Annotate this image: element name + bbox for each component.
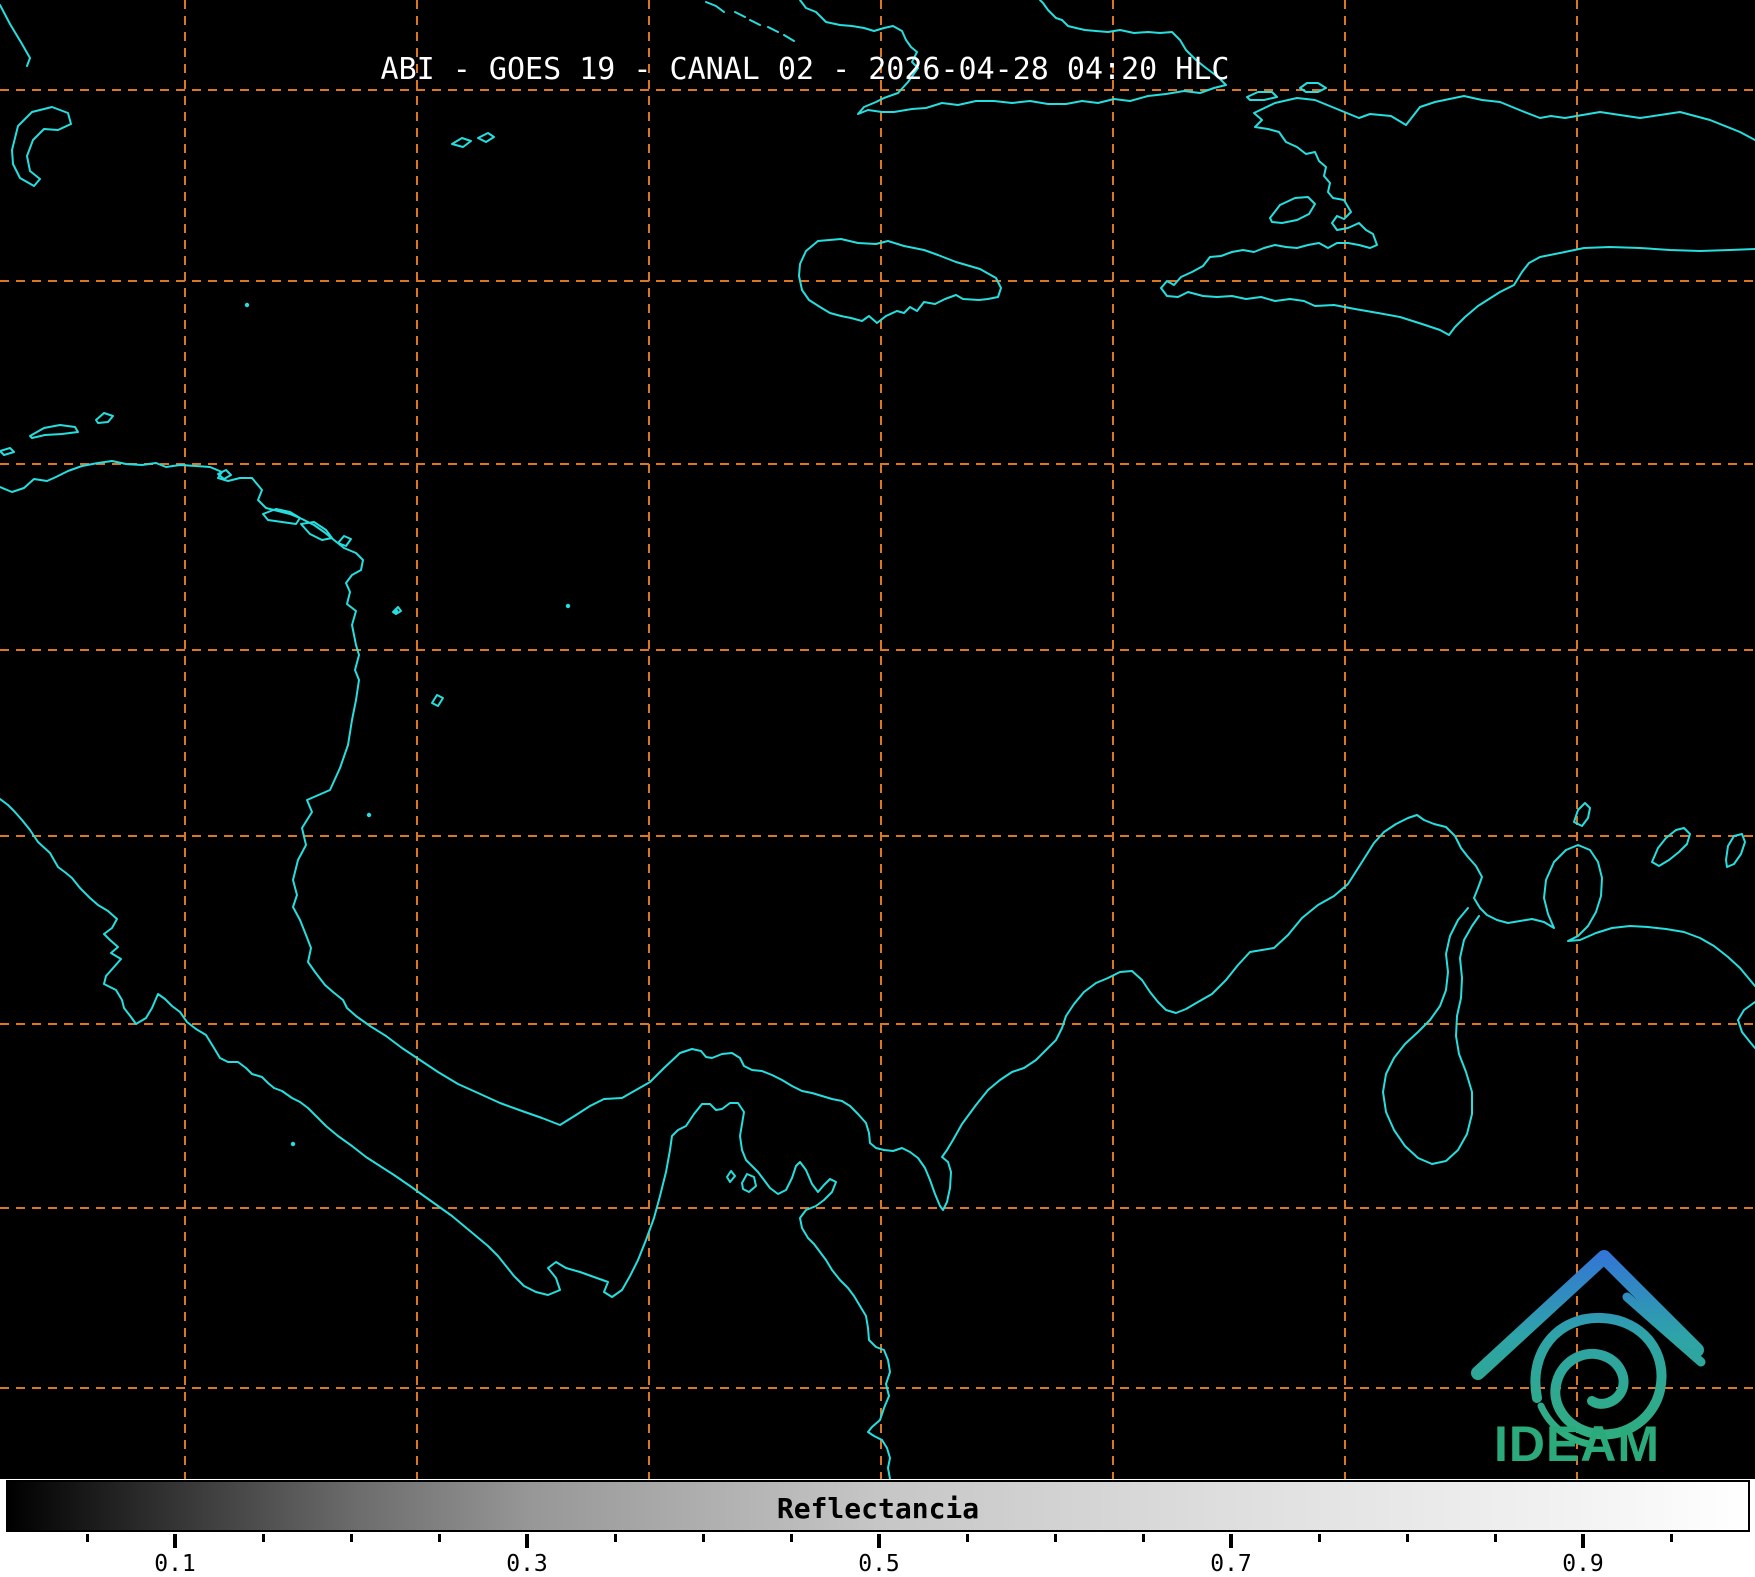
coastline-utila [0,447,15,456]
colorbar-major-tick [525,1534,529,1548]
coastline-cay-2 [734,11,746,18]
colorbar-tick-label: 0.9 [1562,1551,1604,1577]
colorbar-tick-label: 0.3 [506,1551,548,1577]
colorbar-minor-tick [1142,1534,1145,1542]
satellite-map: ABI - GOES 19 - CANAL 02 - 2026-04-28 04… [0,0,1755,1479]
colorbar-minor-tick [1318,1534,1321,1542]
colorbar-minor-tick [438,1534,441,1542]
coastline-pearl-island-2 [741,1173,757,1193]
map-title: ABI - GOES 19 - CANAL 02 - 2026-04-28 04… [380,52,1230,87]
coastline-honduras-lagoon-2 [300,521,333,541]
colorbar-tick-label: 0.7 [1210,1551,1252,1577]
ideam-logo-text: IDEAM [1494,1416,1660,1472]
coastline-cay-1 [705,1,725,13]
coastline-curacao [1651,827,1691,867]
colorbar-minor-tick [790,1534,793,1542]
colorbar-minor-tick [262,1534,265,1542]
colorbar-minor-tick [1670,1534,1673,1542]
coastline-roatan [29,424,79,439]
colorbar-tick-label: 0.1 [154,1551,196,1577]
colorbar: Reflectancia 0.1 0.3 0.5 0.7 0.9 [0,1479,1755,1577]
coastline-cayman-island-1 [451,137,472,148]
satellite-image-viewer: ABI - GOES 19 - CANAL 02 - 2026-04-28 04… [0,0,1755,1577]
coastline-guanaja [95,412,114,424]
islet-dot-5 [290,1141,296,1147]
colorbar-minor-tick [1406,1534,1409,1542]
colorbar-minor-tick [614,1534,617,1542]
colorbar-minor-tick [1054,1534,1057,1542]
colorbar-major-tick [1229,1534,1233,1548]
coastline-hispaniola [1160,95,1755,336]
coastline-cay-3 [749,19,761,26]
coastline-bonaire [1725,833,1746,868]
islet-dot-4 [393,608,399,614]
coastline-lake-maracaibo [1382,907,1480,1165]
islet-dot-2 [565,603,571,609]
colorbar-minor-tick [350,1534,353,1542]
coastline-tortuga [1246,91,1278,101]
coastline-pearl-island-1 [726,1170,736,1183]
colorbar-minor-tick [86,1534,89,1542]
colorbar-minor-tick [702,1534,705,1542]
coastline-pacific-coast [0,798,891,1479]
coastline-gonave [1269,196,1316,224]
colorbar-minor-tick [1494,1534,1497,1542]
coastline-san-andres [431,694,444,707]
coastline-cuba-west-fragment [0,4,31,67]
colorbar-major-tick [1581,1534,1585,1548]
colorbar-major-tick [877,1534,881,1548]
islet-dot-1 [244,302,250,308]
colorbar-label: Reflectancia [776,1492,980,1525]
coastline-isla-juventud [11,106,72,187]
colorbar-tick-label: 0.5 [858,1551,900,1577]
colorbar-major-tick [173,1534,177,1548]
islet-dot-3 [366,812,372,818]
coastline-cayman-island-2 [477,132,495,143]
ideam-logo: IDEAM [1471,1250,1706,1472]
coastline-cay-4 [767,26,779,33]
colorbar-minor-tick [966,1534,969,1542]
coastline-cay-5 [783,34,795,42]
